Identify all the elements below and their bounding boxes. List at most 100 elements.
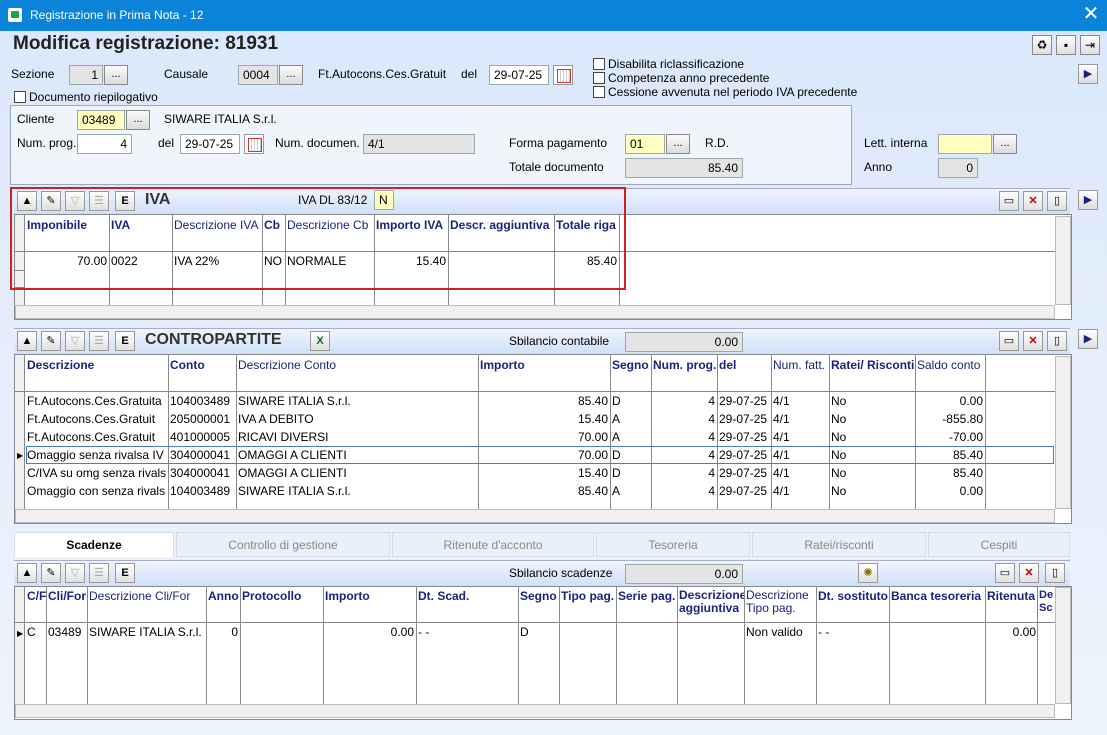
cp-cell[interactable]: No xyxy=(831,412,915,426)
contropartite-expand-icon[interactable]: ▶ xyxy=(1078,329,1098,349)
cp-cell[interactable]: No xyxy=(831,484,915,498)
numdoc-field[interactable]: 4/1 xyxy=(363,134,475,154)
sc-header-importo[interactable]: Importo xyxy=(325,589,415,603)
collapse-up-icon[interactable]: ▲ xyxy=(17,563,37,583)
cp-header-descr-conto[interactable]: Descrizione Conto xyxy=(238,358,476,372)
sc-header-cf[interactable]: C/F xyxy=(27,589,46,603)
sc-header-de[interactable]: De Sc xyxy=(1039,589,1054,615)
sc-header-clifor[interactable]: Cli/For xyxy=(48,589,87,603)
sc-header-segno[interactable]: Segno xyxy=(520,589,559,603)
date-field[interactable]: 29-07-25 xyxy=(489,65,549,85)
cp-vscrollbar[interactable] xyxy=(1055,356,1071,509)
sc-header-ritenuta[interactable]: Ritenuta xyxy=(987,589,1037,603)
cp-cell[interactable]: 70.00 xyxy=(480,430,608,444)
cp-cell[interactable]: A xyxy=(612,430,650,444)
sc-header-anno[interactable]: Anno xyxy=(208,589,240,603)
causale-field[interactable]: 0004 xyxy=(238,65,278,85)
tab-tesoreria[interactable]: Tesoreria xyxy=(596,532,750,557)
cp-cell[interactable]: SIWARE ITALIA S.r.l. xyxy=(238,394,476,408)
sc-cell[interactable]: C xyxy=(27,625,46,639)
sc-header-seriepag[interactable]: Serie pag. xyxy=(618,589,677,603)
sc-header-banca[interactable]: Banca tesoreria xyxy=(891,589,985,603)
cp-cell[interactable]: 29-07-25 xyxy=(719,466,769,480)
cp-cell[interactable]: Omaggio con senza rivals xyxy=(27,484,167,498)
cessione-checkbox[interactable] xyxy=(593,86,605,98)
cp-cell[interactable]: 4 xyxy=(653,412,715,426)
export-icon[interactable]: E xyxy=(115,331,135,351)
cp-cell[interactable]: 304000041 xyxy=(170,466,235,480)
window-icon[interactable]: ▭ xyxy=(999,331,1019,351)
cp-cell[interactable]: C/IVA su omg senza rivals xyxy=(27,466,167,480)
sc-cell[interactable]: 0.00 xyxy=(325,625,414,639)
cp-header-conto[interactable]: Conto xyxy=(170,358,235,372)
competenza-checkbox[interactable] xyxy=(593,72,605,84)
sc-header-protocollo[interactable]: Protocollo xyxy=(242,589,322,603)
cp-cell[interactable]: No xyxy=(831,394,915,408)
sc-header-descr-agg[interactable]: Descrizione aggiuntiva xyxy=(679,589,744,615)
disabilita-checkbox[interactable] xyxy=(593,58,605,70)
cp-cell[interactable]: RICAVI DIVERSI xyxy=(238,430,476,444)
close-icon[interactable]: ✕ xyxy=(1080,4,1102,26)
sc-cell[interactable]: 0 xyxy=(208,625,238,639)
cp-cell[interactable]: 4/1 xyxy=(773,484,829,498)
cp-header-numprog[interactable]: Num. prog. xyxy=(653,358,717,372)
cliente-lookup-button[interactable]: ... xyxy=(126,110,150,130)
delete-icon[interactable]: ✕ xyxy=(1023,191,1043,211)
sc-cell[interactable]: D xyxy=(520,625,559,639)
cp-cell[interactable]: 85.40 xyxy=(917,466,983,480)
tab-cespiti[interactable]: Cespiti xyxy=(928,532,1070,557)
cp-hscrollbar[interactable] xyxy=(15,509,1055,523)
doc-riepilogativo-checkbox[interactable] xyxy=(14,91,26,103)
cp-cell[interactable]: 0.00 xyxy=(917,394,983,408)
cp-cell[interactable]: A xyxy=(612,412,650,426)
cp-cell[interactable]: A xyxy=(612,484,650,498)
formapag-field[interactable]: 01 xyxy=(625,134,665,154)
cp-cell[interactable]: 0.00 xyxy=(917,484,983,498)
sc-cell[interactable]: 03489 xyxy=(48,625,87,639)
collapse-up-icon[interactable]: ▲ xyxy=(17,331,37,351)
recycle-icon[interactable]: ♻ xyxy=(1032,35,1052,55)
cliente-field[interactable]: 03489 xyxy=(77,110,125,130)
cp-header-numfatt[interactable]: Num. fatt. xyxy=(773,358,829,372)
cp-header-ratei[interactable]: Ratei/ Risconti xyxy=(831,358,915,372)
cp-cell[interactable]: 85.40 xyxy=(480,484,608,498)
cp-header-del[interactable]: del xyxy=(719,358,769,372)
date2-field[interactable]: 29-07-25 xyxy=(180,134,240,154)
calendar-icon-2[interactable] xyxy=(244,134,264,154)
cp-cell[interactable]: No xyxy=(831,466,915,480)
cp-cell[interactable]: 104003489 xyxy=(170,394,235,408)
cp-cell[interactable]: 104003489 xyxy=(170,484,235,498)
formapag-lookup-button[interactable]: ... xyxy=(666,134,690,154)
cp-cell[interactable]: 401000005 xyxy=(170,430,235,444)
sc-header-descrizione[interactable]: Descrizione Cli/For xyxy=(89,589,205,603)
new-doc-icon[interactable]: ▯ xyxy=(1045,563,1065,583)
cp-header-saldo[interactable]: Saldo conto xyxy=(917,358,985,372)
window-icon[interactable]: ▭ xyxy=(995,563,1015,583)
tab-scadenze[interactable]: Scadenze xyxy=(14,532,174,557)
delete-icon[interactable]: ✕ xyxy=(1023,331,1043,351)
sc-vscrollbar[interactable] xyxy=(1055,587,1071,704)
cp-cell[interactable]: 29-07-25 xyxy=(719,484,769,498)
delete-icon[interactable]: ✕ xyxy=(1019,563,1039,583)
sc-cell[interactable]: - - xyxy=(418,625,518,639)
edit-icon[interactable]: ✎ xyxy=(41,331,61,351)
cp-cell[interactable]: 4/1 xyxy=(773,466,829,480)
cp-cell[interactable]: Ft.Autocons.Ces.Gratuit xyxy=(27,430,167,444)
new-doc-icon[interactable]: ▯ xyxy=(1047,331,1067,351)
cp-cell[interactable]: 29-07-25 xyxy=(719,412,769,426)
window-icon[interactable]: ▭ xyxy=(999,191,1019,211)
cp-header-importo[interactable]: Importo xyxy=(480,358,608,372)
cp-cell[interactable]: OMAGGI A CLIENTI xyxy=(238,466,476,480)
cp-cell[interactable]: 205000001 xyxy=(170,412,235,426)
cp-cell[interactable]: Ft.Autocons.Ces.Gratuita xyxy=(27,394,167,408)
cp-cell[interactable]: 4/1 xyxy=(773,394,829,408)
sc-cell[interactable]: Non valido xyxy=(746,625,816,639)
cp-cell[interactable]: -70.00 xyxy=(917,430,983,444)
sezione-field[interactable]: 1 xyxy=(69,65,103,85)
iva-hscrollbar[interactable] xyxy=(15,305,1055,319)
numprog-field[interactable]: 4 xyxy=(77,134,132,154)
iva-vscrollbar[interactable] xyxy=(1055,216,1071,305)
cp-cell[interactable]: 4 xyxy=(653,466,715,480)
cp-cell[interactable]: D xyxy=(612,466,650,480)
calendar-icon[interactable] xyxy=(553,65,573,85)
